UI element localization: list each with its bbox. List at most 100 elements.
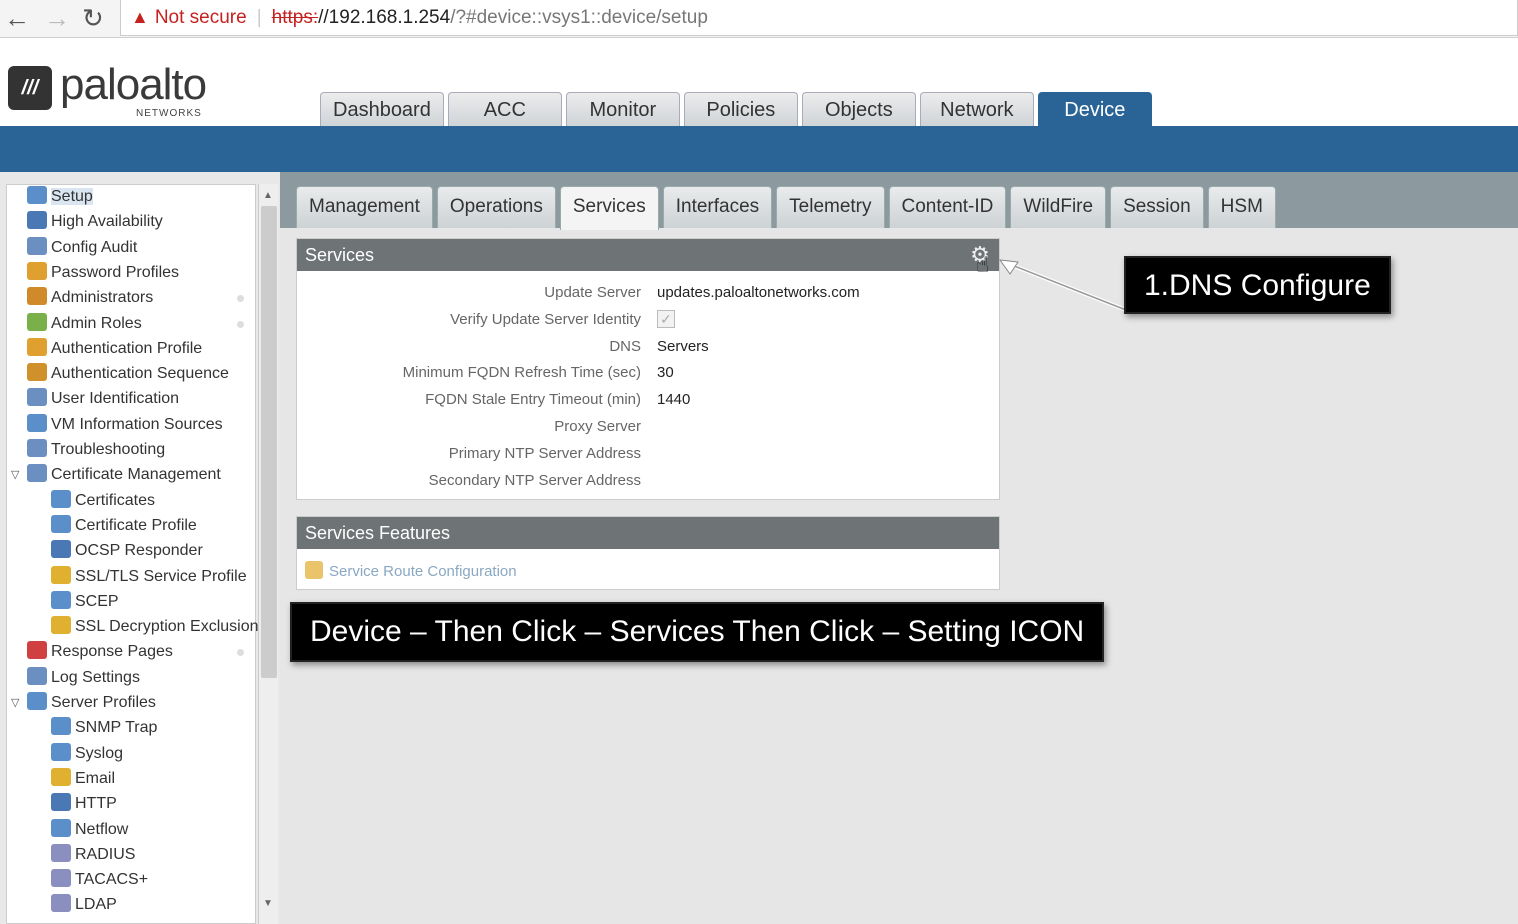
- password-profiles-icon: [27, 261, 47, 280]
- service-row-dns: DNS Servers: [297, 336, 999, 358]
- tree-item-label: TACACS+: [75, 871, 149, 889]
- tree-item-label: LDAP: [75, 896, 117, 914]
- tree-item-label: Certificate Management: [51, 466, 221, 484]
- tree-item-certificate-management[interactable]: ▽ Certificate Management: [11, 463, 221, 487]
- scroll-thumb[interactable]: [261, 206, 277, 678]
- tree-item-radius[interactable]: RADIUS: [51, 843, 135, 867]
- scroll-up-icon[interactable]: ▲: [263, 190, 273, 201]
- ocsp-responder-icon: [51, 540, 71, 559]
- service-row-key: Secondary NTP Server Address: [428, 471, 641, 489]
- response-pages-icon: [27, 641, 47, 660]
- tree-item-label: Server Profiles: [51, 694, 156, 711]
- status-dot: [237, 320, 244, 328]
- sub-tab-wildfire[interactable]: WildFire: [1010, 186, 1107, 228]
- sub-tab-interfaces[interactable]: Interfaces: [662, 186, 773, 228]
- tree-item-label: Certificate Profile: [75, 516, 197, 534]
- service-row-secondary-ntp-server-address: Secondary NTP Server Address: [297, 470, 999, 492]
- main-tab-dashboard[interactable]: Dashboard: [320, 92, 444, 126]
- tree-item-syslog[interactable]: Syslog: [51, 742, 123, 766]
- service-row-fqdn-stale-entry-timeout-min: FQDN Stale Entry Timeout (min) 1440: [297, 389, 999, 411]
- services-panel: Services ⚙ Update Server updates.paloalto…: [296, 238, 1000, 500]
- reload-icon[interactable]: ↻: [82, 4, 104, 32]
- logo-subtext: NETWORKS: [136, 108, 202, 119]
- service-row-value: updates.paloaltonetworks.com: [657, 284, 860, 301]
- tree-item-ssl-tls-service-profile[interactable]: SSL/TLS Service Profile: [51, 565, 247, 589]
- tree-item-admin-roles[interactable]: Admin Roles: [27, 312, 244, 336]
- expand-toggle-icon[interactable]: ▽: [11, 463, 19, 487]
- ldap-icon: [51, 894, 71, 913]
- service-row-primary-ntp-server-address: Primary NTP Server Address: [297, 443, 999, 465]
- tree-item-label: Administrators: [51, 289, 154, 307]
- url-scheme: https:: [271, 7, 319, 28]
- paloalto-logo-icon: ///: [8, 66, 52, 110]
- tree-item-password-profiles[interactable]: Password Profiles: [27, 261, 179, 285]
- tree-item-setup[interactable]: Setup: [27, 185, 93, 209]
- netflow-icon: [51, 818, 71, 837]
- service-row-value: 1440: [657, 391, 691, 409]
- certificate-management-icon: [27, 464, 47, 483]
- tree-item-server-profiles[interactable]: ▽ Server Profiles: [11, 691, 156, 715]
- main-tab-network[interactable]: Network: [919, 92, 1034, 126]
- sub-tab-management[interactable]: Management: [296, 186, 433, 228]
- tree-item-response-pages[interactable]: Response Pages: [27, 640, 244, 664]
- scroll-down-icon[interactable]: ▼: [263, 898, 273, 909]
- main-tab-monitor[interactable]: Monitor: [565, 92, 680, 126]
- service-row-key: FQDN Stale Entry Timeout (min): [425, 391, 641, 409]
- logo-text: paloalto: [60, 60, 207, 109]
- sub-tab-telemetry[interactable]: Telemetry: [776, 186, 885, 228]
- tree-item-administrators[interactable]: Administrators: [27, 286, 244, 310]
- tree-scrollbar[interactable]: ▲ ▼: [258, 184, 278, 924]
- main-tab-device[interactable]: Device: [1037, 92, 1152, 126]
- tree-item-scep[interactable]: SCEP: [51, 590, 119, 614]
- tree-item-authentication-profile[interactable]: Authentication Profile: [27, 337, 202, 361]
- tree-item-label: Certificates: [75, 491, 156, 509]
- warning-icon: ▲: [131, 7, 149, 27]
- tree-item-config-audit[interactable]: Config Audit: [27, 236, 137, 260]
- administrators-icon: [27, 287, 47, 306]
- tree-item-troubleshooting[interactable]: Troubleshooting: [27, 438, 165, 462]
- back-arrow-icon[interactable]: ←: [4, 4, 30, 32]
- syslog-icon: [51, 742, 71, 761]
- tree-item-log-settings[interactable]: Log Settings: [27, 666, 140, 690]
- tree-item-high-availability[interactable]: High Availability: [27, 210, 163, 234]
- admin-roles-icon: [27, 312, 47, 331]
- tree-item-user-identification[interactable]: User Identification: [27, 387, 179, 411]
- main-tab-band: [0, 126, 1518, 172]
- tree-item-ssl-decryption-exclusion[interactable]: SSL Decryption Exclusion: [51, 615, 259, 639]
- tree-item-email[interactable]: Email: [51, 767, 115, 791]
- tree-item-tacacs[interactable]: TACACS+: [51, 868, 148, 892]
- tree-item-snmp-trap[interactable]: SNMP Trap: [51, 716, 157, 740]
- sub-tab-content-id[interactable]: Content-ID: [888, 186, 1007, 228]
- main-tab-policies[interactable]: Policies: [683, 92, 798, 126]
- sub-tab-hsm[interactable]: HSM: [1207, 186, 1276, 228]
- service-row-proxy-server: Proxy Server: [297, 416, 999, 438]
- verify-identity-checkbox[interactable]: ✓: [657, 309, 675, 328]
- tree-item-label: Admin Roles: [51, 314, 142, 332]
- tree-item-ldap[interactable]: LDAP: [51, 893, 117, 917]
- services-panel-title: Services: [297, 239, 999, 271]
- sub-tab-services[interactable]: Services: [559, 186, 659, 230]
- device-nav-tree: Setup High Availability Config Audit Passwo…: [6, 184, 259, 924]
- tree-item-http[interactable]: HTTP: [51, 792, 117, 816]
- main-tab-acc[interactable]: ACC: [447, 92, 562, 126]
- security-label: Not secure: [154, 7, 247, 28]
- service-row-key: Update Server: [544, 284, 641, 301]
- forward-arrow-icon[interactable]: →: [44, 4, 70, 32]
- service-row-value: Servers: [657, 337, 709, 355]
- tree-item-certificates[interactable]: Certificates: [51, 489, 155, 513]
- url-path: /?#device::vsys1::device/setup: [450, 7, 708, 28]
- tree-item-authentication-sequence[interactable]: Authentication Sequence: [27, 362, 229, 386]
- tree-item-certificate-profile[interactable]: Certificate Profile: [51, 514, 197, 538]
- tree-item-label: VM Information Sources: [51, 415, 223, 433]
- address-bar[interactable]: ▲ Not secure | https://192.168.1.254/?#devi…: [120, 0, 1518, 36]
- main-tab-objects[interactable]: Objects: [801, 92, 916, 126]
- tree-item-netflow[interactable]: Netflow: [51, 818, 128, 842]
- service-row-key: Verify Update Server Identity: [450, 310, 641, 328]
- tree-item-label: Troubleshooting: [51, 441, 166, 458]
- sub-tab-session[interactable]: Session: [1110, 186, 1204, 228]
- sub-tab-operations[interactable]: Operations: [436, 186, 556, 228]
- tree-item-ocsp-responder[interactable]: OCSP Responder: [51, 539, 203, 563]
- service-route-config-link[interactable]: Service Route Configuration: [305, 561, 517, 580]
- expand-toggle-icon[interactable]: ▽: [11, 691, 19, 715]
- tree-item-vm-information-sources[interactable]: VM Information Sources: [27, 413, 223, 437]
